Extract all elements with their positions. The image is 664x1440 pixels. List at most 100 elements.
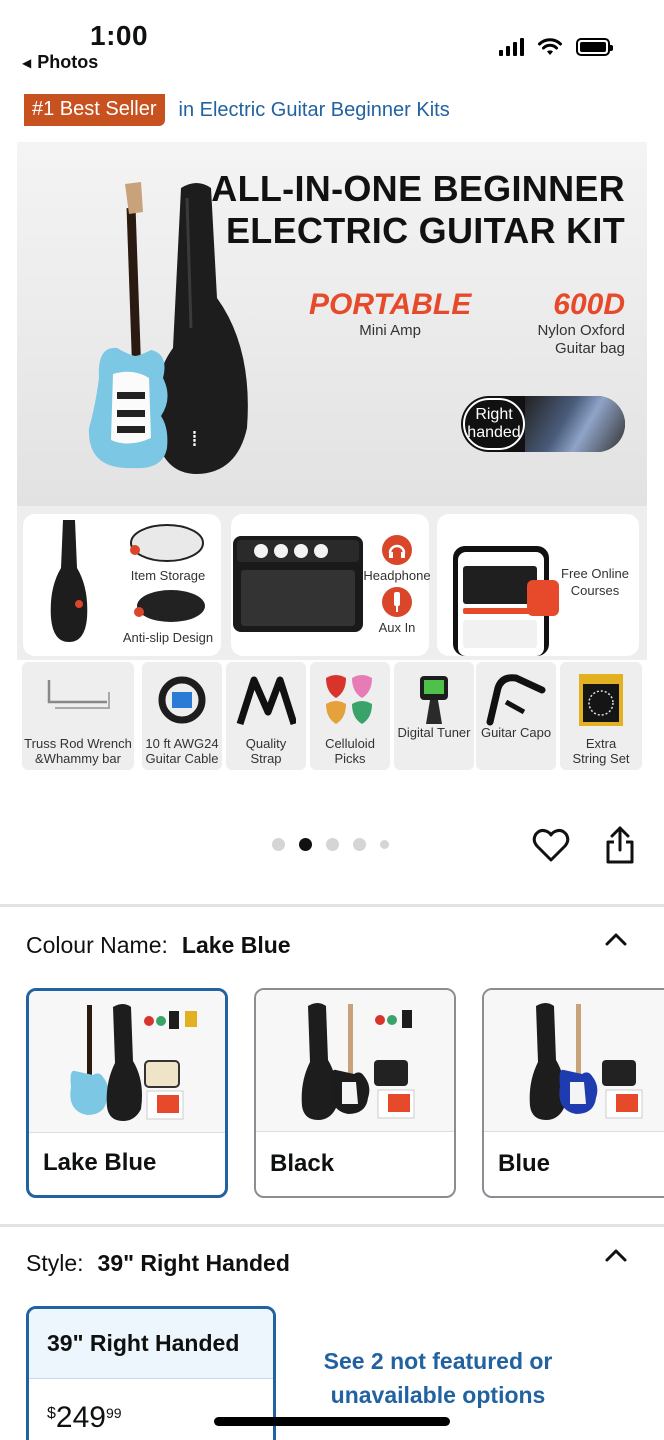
colour-option-blue[interactable]: Blue [482, 988, 664, 1198]
hero-feature-cards: Item Storage Anti-slip Design Headphone … [17, 506, 647, 660]
accessory-picks: Celluloid Picks [310, 662, 390, 770]
cable-icon [158, 676, 206, 724]
hero-title-line1: ALL-IN-ONE BEGINNER [211, 168, 625, 209]
guitar-bag-icon [50, 520, 88, 642]
hero-title: ALL-IN-ONE BEGINNER ELECTRIC GUITAR KIT [211, 168, 625, 252]
image-pagination [272, 838, 389, 851]
kit-thumbnail-image [301, 1003, 415, 1120]
mini-amp-card: Headphone Aux In [231, 514, 431, 656]
right-handed-label: Right handed [463, 398, 525, 450]
section-divider [0, 904, 664, 907]
aux-in-label: Aux In [378, 620, 416, 635]
capo-icon [486, 674, 546, 726]
accessory-label: Guitar Capo [480, 725, 552, 740]
accessory-guitar-cable: 10 ft AWG24 Guitar Cable [142, 662, 222, 770]
style-label-row: Style: 39" Right Handed [26, 1250, 290, 1277]
aux-in-icon [382, 587, 412, 617]
accessory-label: Quality Strap [245, 736, 287, 766]
wifi-icon [538, 38, 562, 55]
bestseller-badge: #1 Best Seller [24, 94, 165, 126]
anti-slip-icon [134, 590, 205, 622]
status-bar: 1:00 ◀ Photos [0, 0, 664, 80]
tuner-icon [420, 676, 448, 724]
bestseller-category-link[interactable]: in Electric Guitar Beginner Kits [179, 99, 450, 122]
cellular-signal-icon [499, 38, 524, 56]
status-icons [499, 38, 613, 56]
accessory-strap: Quality Strap [226, 662, 306, 770]
item-storage-label: Item Storage [130, 568, 206, 583]
string-set-icon [579, 674, 623, 726]
style-label: Style: [26, 1250, 84, 1276]
accessory-label: Celluloid Picks [325, 736, 375, 766]
storage-pocket-icon [130, 524, 204, 562]
colour-option-black[interactable]: Black [254, 988, 456, 1198]
chevron-up-icon[interactable] [604, 930, 628, 948]
free-online-label: Free Online [561, 566, 629, 581]
picks-icon [326, 675, 372, 724]
back-app-label: Photos [37, 52, 99, 72]
pagination-dot[interactable] [326, 838, 339, 851]
see-unavailable-options-link[interactable]: See 2 not featured or unavailable option… [300, 1344, 576, 1412]
colour-thumbnail [256, 990, 454, 1132]
kit-thumbnail-image [70, 1004, 197, 1121]
colour-option-name: Black [270, 1150, 335, 1177]
anti-slip-label: Anti-slip Design [122, 630, 214, 645]
feature-bag-heading: 600D [553, 288, 625, 321]
product-hero-image[interactable]: ⁞ ALL-IN-ONE BEGINNER ELECTRIC GUITAR KI… [17, 142, 647, 660]
style-selected-value: 39" Right Handed [97, 1250, 290, 1276]
colour-option-lake-blue[interactable]: Lake Blue [26, 988, 228, 1198]
right-handed-line1: Right [475, 406, 513, 423]
price-currency: $ [47, 1405, 56, 1422]
feature-portable-amp: PORTABLE Mini Amp [309, 288, 471, 340]
accessory-label: Truss Rod Wrench &Whammy bar [24, 736, 132, 766]
mini-amp-icon [233, 536, 363, 632]
accessory-strings: Extra String Set [560, 662, 642, 770]
feature-amp-heading: PORTABLE [309, 288, 472, 321]
colour-selected-value: Lake Blue [181, 932, 291, 958]
back-triangle-icon: ◀ [22, 55, 32, 70]
feature-amp-caption: Mini Amp [359, 322, 421, 339]
bag-features-card: Item Storage Anti-slip Design [23, 514, 221, 656]
accessory-label: 10 ft AWG24 Guitar Cable [145, 736, 219, 766]
right-handed-line2: handed [467, 424, 521, 441]
headphone-label: Headphone [363, 568, 431, 583]
headphone-icon [382, 535, 412, 565]
chevron-up-icon[interactable] [604, 1246, 628, 1264]
right-handed-badge: Right handed [461, 396, 625, 452]
style-option-name: 39" Right Handed [29, 1309, 273, 1379]
price-fraction: 99 [105, 1405, 122, 1421]
share-icon[interactable] [604, 826, 636, 864]
online-courses-card: Free Online Courses [437, 514, 639, 656]
kit-thumbnail-image [529, 1003, 643, 1120]
hero-banner: ⁞ ALL-IN-ONE BEGINNER ELECTRIC GUITAR KI… [17, 142, 647, 506]
back-to-photos-button[interactable]: ◀ Photos [22, 52, 98, 73]
colour-option-name: Blue [498, 1150, 551, 1177]
feature-bag-caption1: Nylon Oxford [537, 322, 625, 339]
accessory-label: Digital Tuner [397, 725, 471, 740]
colour-option-name: Lake Blue [43, 1149, 157, 1176]
wrench-icon [47, 680, 110, 709]
feature-bag-caption2: Guitar bag [554, 340, 625, 357]
accessory-label: Extra String Set [572, 736, 630, 766]
pagination-dot-active[interactable] [299, 838, 312, 851]
phone-courses-icon [453, 546, 559, 656]
hero-title-line2: ELECTRIC GUITAR KIT [225, 210, 625, 251]
player-photo [525, 396, 625, 452]
colour-label: Colour Name: [26, 932, 168, 958]
price-whole: 249 [55, 1401, 106, 1434]
pagination-dot[interactable] [380, 840, 389, 849]
wishlist-heart-icon[interactable] [532, 828, 570, 864]
svg-text:⁞: ⁞ [191, 427, 198, 452]
home-indicator[interactable] [214, 1417, 450, 1426]
accessory-tuner: Digital Tuner [394, 662, 474, 770]
bestseller-row[interactable]: #1 Best Seller in Electric Guitar Beginn… [24, 94, 450, 126]
style-option-price: $24999 [47, 1401, 122, 1435]
strap-icon [236, 676, 296, 726]
pagination-dot[interactable] [353, 838, 366, 851]
colour-label-row: Colour Name: Lake Blue [26, 932, 291, 959]
pagination-dot[interactable] [272, 838, 285, 851]
battery-icon [576, 38, 613, 56]
colour-thumbnail [484, 990, 664, 1132]
accessory-capo: Guitar Capo [476, 662, 556, 770]
courses-label: Courses [570, 583, 620, 598]
